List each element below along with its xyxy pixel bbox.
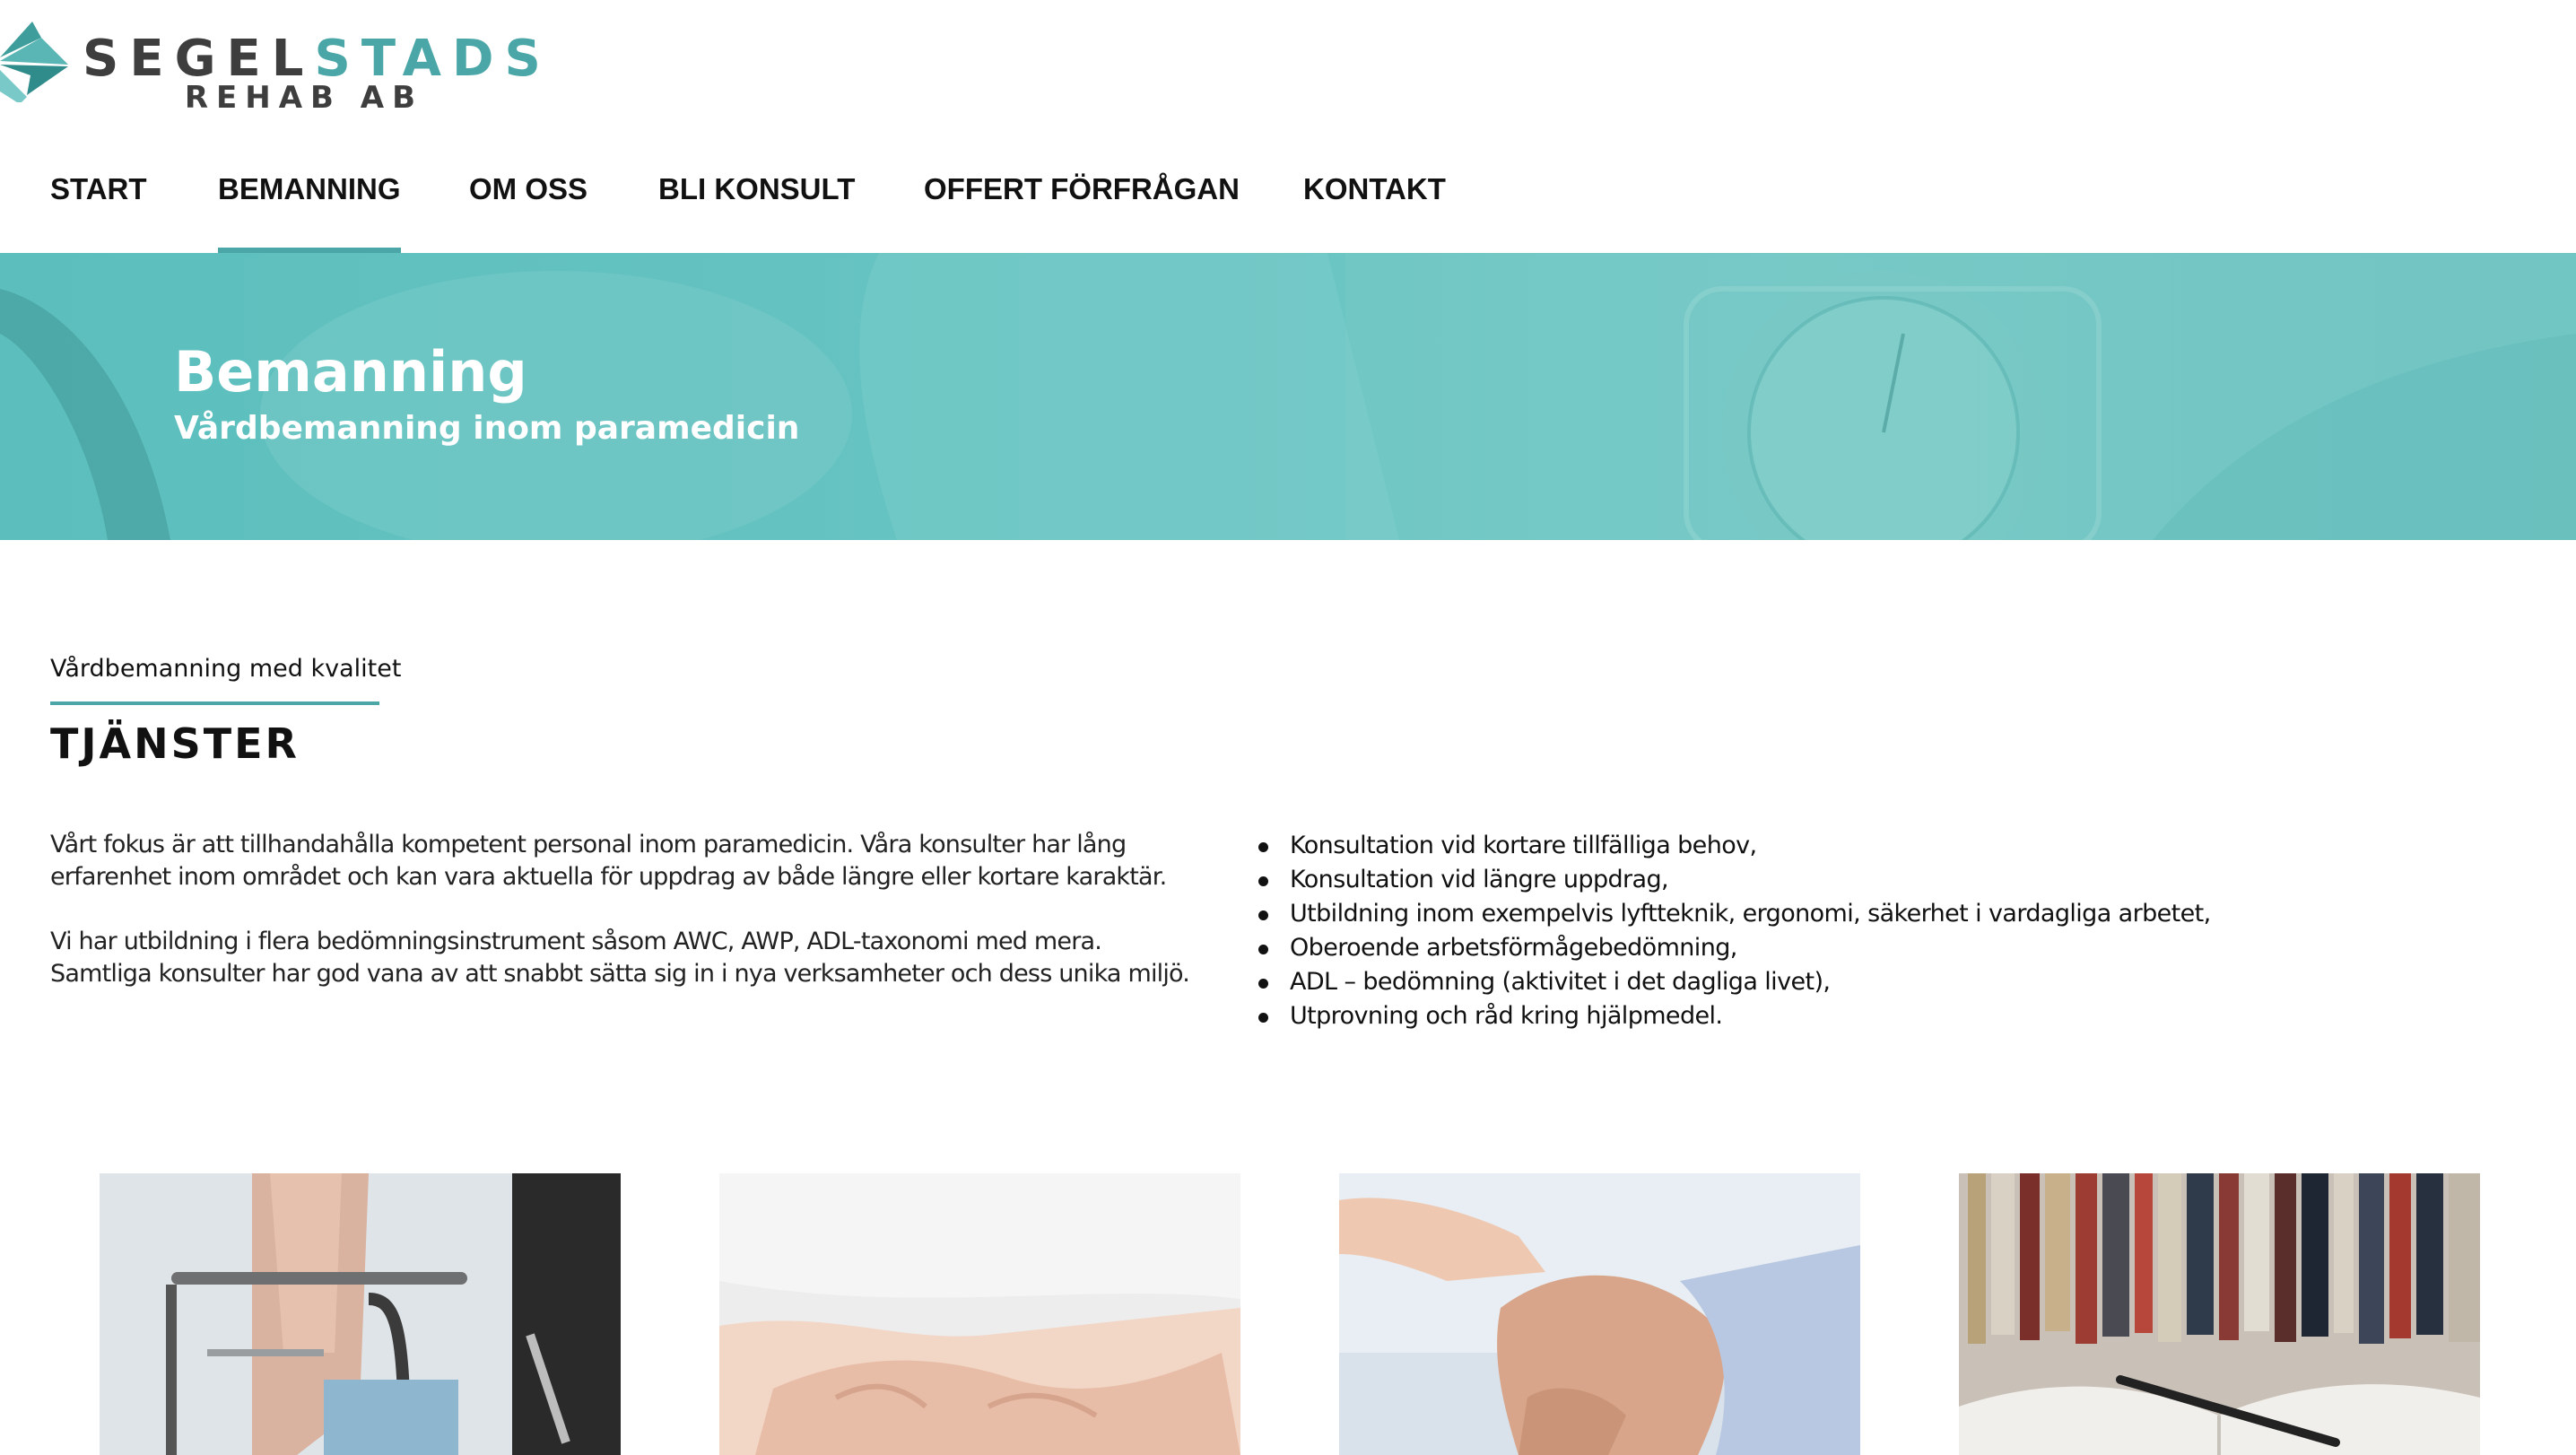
kicker-underline bbox=[50, 701, 379, 705]
intro-paragraph-1: Vårt fokus är att tillhandahålla kompete… bbox=[50, 829, 1216, 893]
section-title: TJÄNSTER bbox=[50, 719, 300, 768]
service-item: Utprovning och råd kring hjälpmedel. bbox=[1256, 999, 2529, 1033]
nav-item-bemanning[interactable]: BEMANNING bbox=[218, 172, 401, 253]
logo-wordmark: SEGELSTADS bbox=[83, 30, 552, 88]
intro-line: Vi har utbildning i flera bedömningsinst… bbox=[50, 928, 1102, 955]
wheelchair-photo-icon bbox=[100, 1173, 621, 1455]
main-nav: START BEMANNING OM OSS BLI KONSULT OFFER… bbox=[0, 152, 2576, 253]
card-book[interactable] bbox=[1959, 1173, 2480, 1455]
card-hands[interactable] bbox=[719, 1173, 1240, 1455]
logo-subline: REHAB AB bbox=[184, 80, 423, 116]
service-item: Konsultation vid längre uppdrag, bbox=[1256, 863, 2529, 897]
book-photo-icon bbox=[1959, 1173, 2480, 1455]
site-logo[interactable]: SEGELSTADS REHAB AB bbox=[0, 20, 541, 116]
nav-item-bli-konsult[interactable]: BLI KONSULT bbox=[658, 172, 855, 206]
intro-line: erfarenhet inom området och kan vara akt… bbox=[50, 863, 1167, 891]
nav-item-kontakt[interactable]: KONTAKT bbox=[1303, 172, 1446, 206]
hands-photo-icon bbox=[719, 1173, 1240, 1455]
service-item: ADL – bedömning (aktivitet i det dagliga… bbox=[1256, 965, 2529, 999]
knee-treatment-photo-icon bbox=[1339, 1173, 1860, 1455]
intro-paragraph-2: Vi har utbildning i flera bedömningsinst… bbox=[50, 926, 1216, 990]
nav-item-offert-forfragan[interactable]: OFFERT FÖRFRÅGAN bbox=[924, 172, 1240, 206]
sail-logo-icon bbox=[0, 22, 68, 102]
service-item: Oberoende arbetsförmågebedömning, bbox=[1256, 931, 2529, 965]
section-kicker: Vårdbemanning med kvalitet bbox=[50, 655, 402, 683]
intro-line: Samtliga konsulter har god vana av att s… bbox=[50, 960, 1190, 988]
service-item: Utbildning inom exempelvis lyftteknik, e… bbox=[1256, 897, 2529, 931]
page-title: Bemanning bbox=[174, 339, 527, 405]
service-item: Konsultation vid kortare tillfälliga beh… bbox=[1256, 829, 2529, 863]
hero-banner: Bemanning Vårdbemanning inom paramedicin bbox=[0, 253, 2576, 540]
intro-line: Vårt fokus är att tillhandahålla kompete… bbox=[50, 831, 1127, 858]
card-wheelchair[interactable] bbox=[100, 1173, 621, 1455]
intro-text: Vårt fokus är att tillhandahålla kompete… bbox=[50, 829, 1216, 1023]
services-list: Konsultation vid kortare tillfälliga beh… bbox=[1256, 829, 2529, 1033]
card-knee-treatment[interactable] bbox=[1339, 1173, 1860, 1455]
nav-item-om-oss[interactable]: OM OSS bbox=[469, 172, 587, 206]
page-subtitle: Vårdbemanning inom paramedicin bbox=[174, 410, 800, 447]
nav-item-start[interactable]: START bbox=[50, 172, 147, 206]
